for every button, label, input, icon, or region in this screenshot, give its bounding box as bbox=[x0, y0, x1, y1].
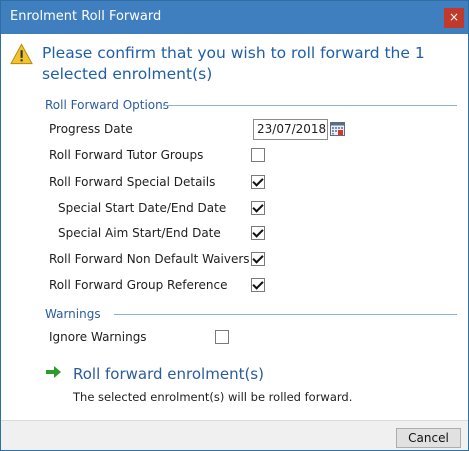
roll-forward-action-link[interactable]: Roll forward enrolment(s) bbox=[73, 365, 264, 383]
checkbox-ignore-warnings[interactable] bbox=[215, 330, 229, 344]
warnings-group-divider bbox=[114, 314, 457, 315]
options-group-title: Roll Forward Options bbox=[45, 98, 169, 112]
option-label-special-aim: Special Aim Start/End Date bbox=[58, 226, 221, 240]
roll-forward-action-description: The selected enrolment(s) will be rolled… bbox=[73, 390, 353, 404]
checkbox-special-aim[interactable] bbox=[251, 226, 265, 240]
checkbox-special-details[interactable] bbox=[251, 175, 265, 189]
progress-date-label: Progress Date bbox=[49, 122, 133, 136]
arrow-right-icon bbox=[46, 366, 61, 378]
checkbox-special-start-end[interactable] bbox=[251, 201, 265, 215]
close-button[interactable]: × bbox=[444, 8, 464, 28]
warnings-group-title: Warnings bbox=[45, 307, 101, 321]
title-bar: Enrolment Roll Forward × bbox=[1, 1, 468, 34]
ignore-warnings-label: Ignore Warnings bbox=[49, 330, 147, 344]
option-label-special-details: Roll Forward Special Details bbox=[49, 175, 216, 189]
checkbox-group-reference[interactable] bbox=[251, 278, 265, 292]
close-icon: × bbox=[448, 10, 460, 24]
progress-date-input[interactable]: 23/07/2018 bbox=[253, 119, 328, 140]
option-label-special-start-end: Special Start Date/End Date bbox=[58, 201, 227, 215]
option-label-non-default-waivers: Roll Forward Non Default Waivers bbox=[49, 252, 250, 266]
enrolment-roll-forward-dialog: Enrolment Roll Forward × Please confirm … bbox=[0, 0, 469, 451]
options-group-divider bbox=[163, 105, 457, 106]
option-label-tutor-groups: Roll Forward Tutor Groups bbox=[49, 148, 204, 162]
confirm-message: Please confirm that you wish to roll for… bbox=[42, 44, 425, 83]
checkbox-tutor-groups[interactable] bbox=[251, 148, 265, 162]
cancel-button[interactable]: Cancel bbox=[396, 428, 461, 448]
window-title: Enrolment Roll Forward bbox=[10, 9, 162, 24]
option-label-group-reference: Roll Forward Group Reference bbox=[49, 278, 228, 292]
dialog-footer: Cancel bbox=[1, 420, 468, 450]
checkbox-non-default-waivers[interactable] bbox=[251, 252, 265, 266]
warning-icon bbox=[10, 43, 33, 65]
calendar-icon[interactable] bbox=[330, 121, 345, 136]
